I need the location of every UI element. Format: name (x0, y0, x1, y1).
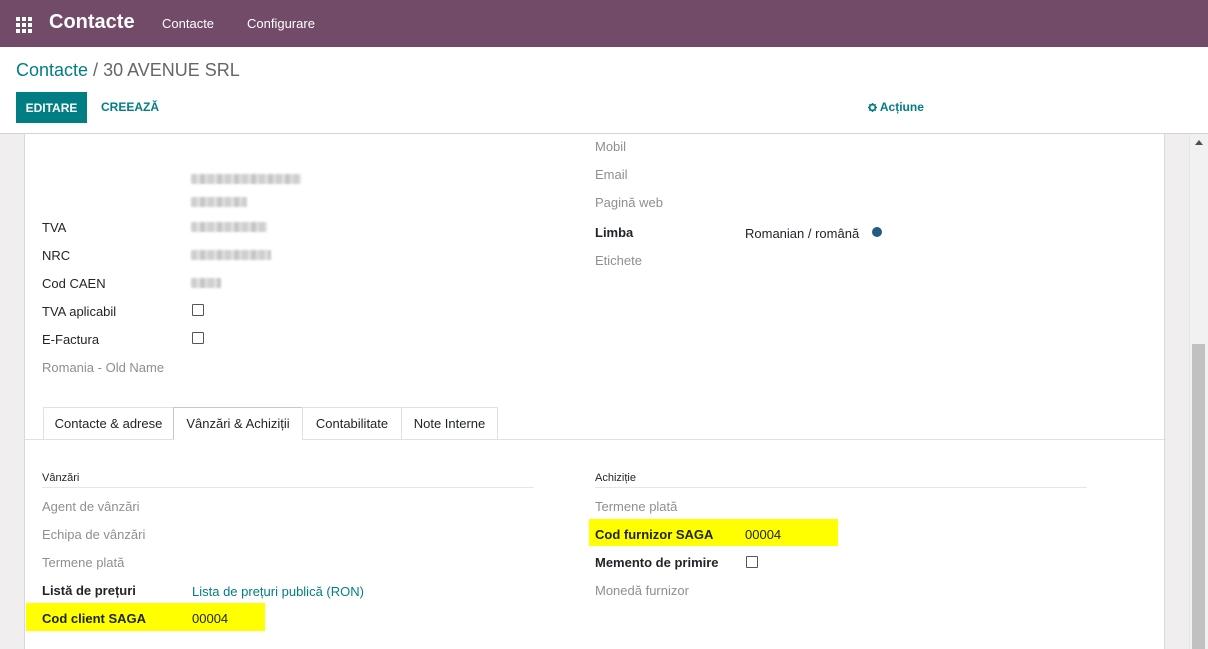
menu-contacte[interactable]: Contacte (162, 16, 214, 31)
top-navbar: Contacte Contacte Configurare (0, 0, 1208, 47)
scroll-up-arrow-icon[interactable] (1195, 140, 1203, 145)
nrc-label: NRC (42, 248, 71, 263)
cod-furnizor-saga-label: Cod furnizor SAGA (595, 527, 714, 542)
tva-value (191, 222, 267, 232)
lista-preturi-label: Listă de prețuri (42, 583, 136, 598)
cod-caen-label: Cod CAEN (42, 276, 106, 291)
echipa-vanzari-label: Echipa de vânzări (42, 527, 146, 542)
apps-grid-icon[interactable] (16, 17, 32, 33)
breadcrumb: Contacte / 30 AVENUE SRL (16, 60, 240, 81)
sales-section-title: Vânzări (42, 472, 80, 484)
address-line-1 (191, 174, 301, 184)
e-factura-checkbox[interactable] (192, 332, 204, 344)
vertical-scrollbar[interactable] (1189, 134, 1208, 649)
tva-aplicabil-checkbox[interactable] (192, 304, 204, 316)
actions-dropdown[interactable]: Acțiune (868, 100, 924, 114)
cod-caen-value (191, 278, 221, 288)
control-panel: Contacte / 30 AVENUE SRL EDITARE CREEAZĂ… (0, 47, 1208, 134)
lista-preturi-value[interactable]: Lista de prețuri publică (RON) (192, 584, 364, 599)
actions-label: Acțiune (879, 100, 924, 114)
etichete-label: Etichete (595, 253, 642, 268)
termene-plata-sales-label: Termene plată (42, 555, 125, 570)
breadcrumb-current: 30 AVENUE SRL (103, 60, 240, 80)
tva-aplicabil-label: TVA aplicabil (42, 304, 117, 319)
tab-note-interne[interactable]: Note Interne (401, 407, 498, 440)
email-label: Email (595, 167, 628, 182)
menu-configurare[interactable]: Configurare (247, 16, 315, 31)
termene-plata-purchase-label: Termene plată (595, 499, 678, 514)
agent-vanzari-label: Agent de vânzări (42, 499, 140, 514)
gear-icon (868, 103, 877, 112)
e-factura-label: E-Factura (42, 332, 100, 347)
tab-vanzari-achizitii[interactable]: Vânzări & Achiziții (173, 407, 303, 440)
cod-furnizor-saga-value[interactable]: 00004 (745, 527, 781, 542)
tab-contabilitate[interactable]: Contabilitate (302, 407, 402, 440)
memento-primire-checkbox[interactable] (746, 556, 758, 568)
moneda-furnizor-label: Monedă furnizor (595, 583, 689, 598)
purchase-section-title: Achiziție (595, 472, 636, 484)
purchase-section-rule (595, 487, 1087, 488)
breadcrumb-separator: / (88, 60, 104, 80)
globe-icon[interactable] (872, 227, 882, 237)
form-sheet: TVA NRC Cod CAEN TVA aplicabil E-Factura… (24, 134, 1166, 649)
create-button[interactable]: CREEAZĂ (101, 100, 159, 114)
mobil-label: Mobil (595, 139, 627, 154)
app-title[interactable]: Contacte (49, 11, 135, 34)
limba-value[interactable]: Romanian / română (745, 226, 859, 241)
cod-client-saga-label: Cod client SAGA (42, 611, 147, 626)
limba-label: Limba (595, 225, 634, 240)
memento-primire-label: Memento de primire (595, 555, 719, 570)
nrc-value (191, 250, 271, 260)
breadcrumb-parent[interactable]: Contacte (16, 60, 88, 80)
tva-label: TVA (42, 220, 67, 235)
sales-section-rule (42, 487, 534, 488)
scrollbar-thumb[interactable] (1192, 344, 1205, 649)
tab-contacte-adrese[interactable]: Contacte & adrese (43, 407, 174, 440)
edit-button[interactable]: EDITARE (16, 92, 87, 123)
address-line-2 (191, 197, 247, 207)
pagina-web-label: Pagină web (595, 195, 663, 210)
old-name-label: Romania - Old Name (42, 360, 165, 375)
cod-client-saga-value[interactable]: 00004 (192, 611, 228, 626)
